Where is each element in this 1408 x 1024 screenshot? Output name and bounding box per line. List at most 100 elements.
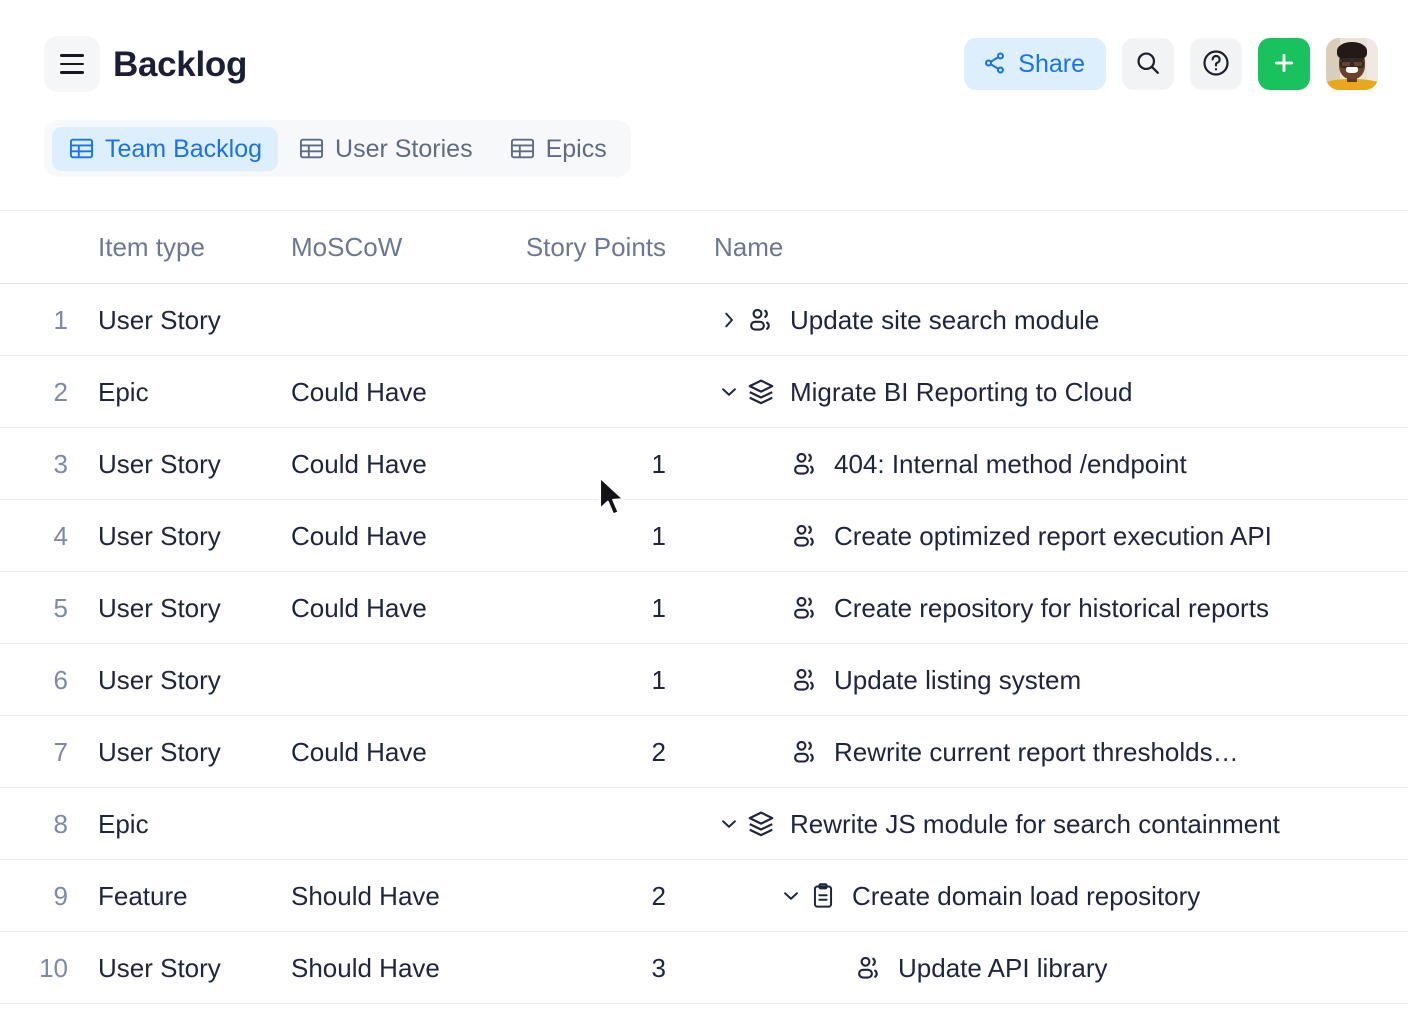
- user-story-people-icon: [788, 593, 822, 623]
- table-row[interactable]: 6 User Story 1 Update listing system: [0, 644, 1408, 716]
- tab-team-backlog[interactable]: Team Backlog: [52, 126, 279, 171]
- avatar[interactable]: [1326, 38, 1378, 90]
- cell-item-type[interactable]: Epic: [98, 788, 288, 859]
- cell-moscow[interactable]: Could Have: [291, 428, 501, 499]
- table-grid-icon: [68, 135, 95, 162]
- table-row[interactable]: 7 User Story Could Have 2 Rewrite current re…: [0, 716, 1408, 788]
- cell-story-points[interactable]: 2: [506, 716, 666, 787]
- item-name-label: Create repository for historical reports: [834, 592, 1269, 623]
- tab-epics[interactable]: Epics: [493, 127, 623, 171]
- cell-item-type[interactable]: User Story: [98, 500, 288, 571]
- cell-item-type[interactable]: User Story: [98, 428, 288, 499]
- table-grid-icon: [509, 135, 536, 162]
- cell-story-points[interactable]: 1: [506, 644, 666, 715]
- header-actions: Share: [964, 38, 1378, 90]
- question-mark-circle-icon: [1201, 48, 1231, 81]
- cell-story-points[interactable]: [506, 356, 666, 427]
- table-row[interactable]: 5 User Story Could Have 1 Create repository …: [0, 572, 1408, 644]
- tab-user-stories[interactable]: User Stories: [282, 127, 489, 171]
- cell-story-points[interactable]: 1: [506, 428, 666, 499]
- cell-moscow[interactable]: [291, 644, 501, 715]
- cell-name[interactable]: Create repository for historical reports: [714, 572, 1400, 643]
- table-grid-icon: [298, 135, 325, 162]
- cell-name[interactable]: Update site search module: [714, 284, 1400, 355]
- row-index: 3: [53, 448, 68, 479]
- item-name-label: Create domain load repository: [852, 880, 1201, 911]
- tab-label: Team Backlog: [105, 134, 263, 163]
- tab-label: Epics: [545, 134, 607, 163]
- cell-story-points[interactable]: 3: [506, 932, 666, 1003]
- column-header-moscow[interactable]: MoSCoW: [291, 211, 501, 283]
- table-row[interactable]: 3 User Story Could Have 1 404: Internal meth…: [0, 428, 1408, 500]
- column-header-name[interactable]: Name: [714, 211, 1400, 283]
- row-index: 4: [53, 520, 68, 551]
- row-index: 2: [53, 376, 68, 407]
- row-index: 1: [53, 304, 68, 335]
- epic-layers-icon: [744, 377, 778, 407]
- cell-name[interactable]: Rewrite current report thresholds…: [714, 716, 1400, 787]
- cell-moscow[interactable]: Could Have: [291, 500, 501, 571]
- chevron-down-icon[interactable]: [776, 885, 806, 907]
- cell-moscow[interactable]: [291, 284, 501, 355]
- user-story-people-icon: [788, 449, 822, 479]
- item-name-label: Rewrite current report thresholds…: [834, 736, 1239, 767]
- cell-story-points[interactable]: [506, 788, 666, 859]
- row-index: 6: [53, 664, 68, 695]
- column-header-story-points[interactable]: Story Points: [506, 211, 666, 283]
- chevron-down-icon[interactable]: [714, 381, 744, 403]
- cell-name[interactable]: Create domain load repository: [714, 860, 1400, 931]
- item-name-label: Rewrite JS module for search containment: [790, 808, 1280, 839]
- row-index: 7: [53, 736, 68, 767]
- share-button-label: Share: [1018, 50, 1085, 78]
- chevron-right-icon[interactable]: [714, 309, 744, 331]
- cell-story-points[interactable]: 2: [506, 860, 666, 931]
- cell-moscow[interactable]: Should Have: [291, 860, 501, 931]
- user-story-people-icon: [788, 737, 822, 767]
- cell-item-type[interactable]: Epic: [98, 356, 288, 427]
- cell-item-type[interactable]: User Story: [98, 716, 288, 787]
- tab-label: User Stories: [335, 134, 473, 163]
- page-title: Backlog: [113, 45, 248, 84]
- table-row[interactable]: 10 User Story Should Have 3 Update API libra…: [0, 932, 1408, 1004]
- cell-moscow[interactable]: [291, 788, 501, 859]
- cell-name[interactable]: Update API library: [714, 932, 1400, 1003]
- cell-name[interactable]: Migrate BI Reporting to Cloud: [714, 356, 1400, 427]
- cell-moscow[interactable]: Could Have: [291, 356, 501, 427]
- cell-name[interactable]: 404: Internal method /endpoint: [714, 428, 1400, 499]
- user-story-people-icon: [852, 953, 886, 983]
- cell-name[interactable]: Update listing system: [714, 644, 1400, 715]
- backlog-table: Item type MoSCoW Story Points Name 1 User…: [0, 210, 1408, 1004]
- column-header-item-type[interactable]: Item type: [98, 211, 288, 283]
- item-name-label: Migrate BI Reporting to Cloud: [790, 376, 1133, 407]
- table-row[interactable]: 9 Feature Should Have 2 Create domain load r…: [0, 860, 1408, 932]
- cell-story-points[interactable]: 1: [506, 500, 666, 571]
- row-index: 10: [39, 952, 68, 983]
- user-story-people-icon: [788, 665, 822, 695]
- cell-item-type[interactable]: User Story: [98, 932, 288, 1003]
- table-row[interactable]: 8 Epic Rewrite JS module for search contai…: [0, 788, 1408, 860]
- hamburger-menu-button[interactable]: [44, 36, 100, 92]
- cell-story-points[interactable]: 1: [506, 572, 666, 643]
- share-button[interactable]: Share: [964, 38, 1106, 90]
- cell-item-type[interactable]: Feature: [98, 860, 288, 931]
- help-button[interactable]: [1190, 38, 1242, 90]
- add-button[interactable]: [1258, 38, 1310, 90]
- search-button[interactable]: [1122, 38, 1174, 90]
- cell-story-points[interactable]: [506, 284, 666, 355]
- table-row[interactable]: 1 User Story Update site search module: [0, 284, 1408, 356]
- chevron-down-icon[interactable]: [714, 813, 744, 835]
- item-name-label: Update listing system: [834, 664, 1082, 695]
- app-root: Backlog Share Team Backlog User Stories …: [0, 0, 1408, 1024]
- cell-moscow[interactable]: Could Have: [291, 572, 501, 643]
- cell-moscow[interactable]: Could Have: [291, 716, 501, 787]
- cell-name[interactable]: Rewrite JS module for search containment: [714, 788, 1400, 859]
- cell-item-type[interactable]: User Story: [98, 644, 288, 715]
- table-row[interactable]: 4 User Story Could Have 1 Create optimized r…: [0, 500, 1408, 572]
- row-index: 5: [53, 592, 68, 623]
- cell-item-type[interactable]: User Story: [98, 284, 288, 355]
- cell-item-type[interactable]: User Story: [98, 572, 288, 643]
- cell-name[interactable]: Create optimized report execution API: [714, 500, 1400, 571]
- top-bar: Backlog Share: [0, 0, 1408, 110]
- cell-moscow[interactable]: Should Have: [291, 932, 501, 1003]
- table-row[interactable]: 2 Epic Could Have Migrate BI Reporting to C…: [0, 356, 1408, 428]
